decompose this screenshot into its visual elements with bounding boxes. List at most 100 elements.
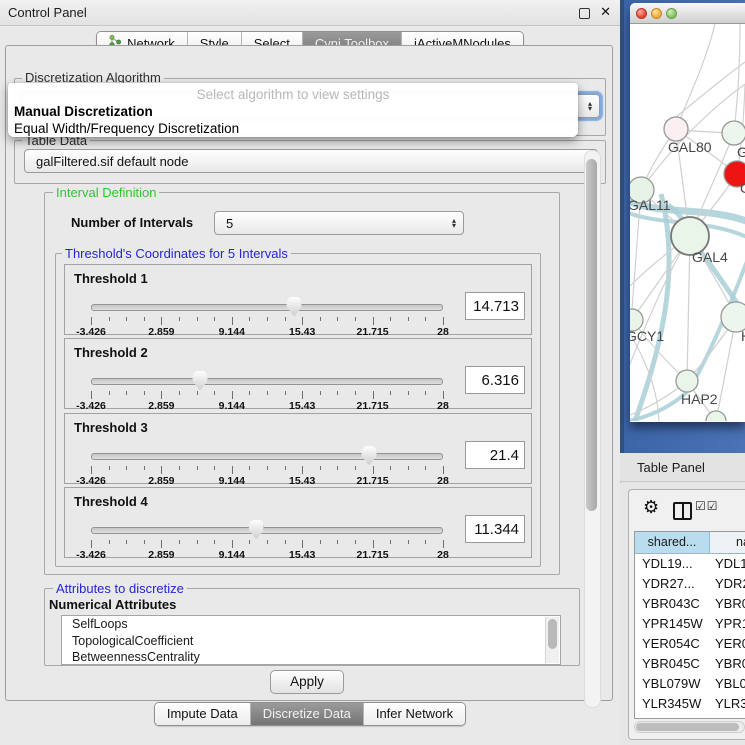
column-header-shared-name[interactable]: shared...	[635, 532, 710, 553]
table-row[interactable]: YBL079WYBL0	[635, 674, 745, 694]
list-vertical-scrollbar[interactable]	[545, 617, 559, 663]
slider-tick	[161, 391, 162, 399]
scrollbar-thumb[interactable]	[548, 619, 557, 649]
scrollbar-thumb[interactable]	[586, 159, 597, 511]
table-row[interactable]: YBR045CYBR0	[635, 654, 745, 674]
slider-tick	[267, 317, 268, 321]
slider-tick	[109, 391, 110, 395]
apply-button[interactable]: Apply	[270, 670, 344, 694]
slider-track[interactable]	[91, 304, 443, 311]
threshold-1-value-field[interactable]: 14.713	[465, 292, 525, 320]
slider-scale-label: 15.43	[289, 475, 315, 487]
network-node-label: HAP2	[681, 391, 718, 407]
threshold-3-title: Threshold 3	[74, 420, 148, 435]
slider-track[interactable]	[91, 527, 443, 534]
threshold-3-slider[interactable]: -3.4262.8599.14415.4321.71528	[91, 444, 443, 484]
list-item[interactable]: SelfLoops	[62, 616, 560, 633]
slider-scale-labels: -3.4262.8599.14415.4321.71528	[91, 475, 443, 487]
slider-thumb[interactable]	[249, 520, 264, 539]
table-horizontal-scrollbar[interactable]	[634, 721, 745, 733]
slider-tick	[390, 466, 391, 470]
tab-impute-data[interactable]: Impute Data	[155, 703, 250, 725]
table-row[interactable]: YDL19...YDL1	[635, 554, 745, 574]
slider-track[interactable]	[91, 453, 443, 460]
slider-tick	[197, 466, 198, 470]
slider-thumb[interactable]	[362, 446, 377, 465]
table-row[interactable]: YBR043CYBR0	[635, 594, 745, 614]
checkboxes-icon[interactable]: ☑☑	[695, 499, 719, 513]
network-node[interactable]	[664, 117, 688, 141]
panel-vertical-scrollbar[interactable]	[584, 150, 601, 708]
list-item[interactable]: BetweennessCentrality	[62, 649, 560, 665]
slider-track[interactable]	[91, 378, 443, 385]
list-item[interactable]: TopologicalCoefficient	[62, 633, 560, 650]
table-row[interactable]: YIL052CYIL0	[635, 714, 745, 719]
slider-ticks	[91, 540, 443, 549]
slider-scale-labels: -3.4262.8599.14415.4321.71528	[91, 400, 443, 412]
slider-tick	[91, 466, 92, 474]
slider-tick	[355, 540, 356, 544]
slider-thumb[interactable]	[287, 297, 302, 316]
threshold-2-value-field[interactable]: 6.316	[465, 366, 525, 394]
threshold-2-slider[interactable]: -3.4262.8599.14415.4321.71528	[91, 369, 443, 409]
slider-tick	[320, 391, 321, 395]
slider-thumb[interactable]	[193, 371, 208, 390]
table-data-selected-value: galFiltered.sif default node	[36, 154, 188, 169]
cell-name: YBL0	[710, 674, 745, 694]
node-attribute-table[interactable]: shared... name YDL19...YDL1YDR27...YDR2Y…	[634, 531, 745, 719]
numerical-attributes-list[interactable]: SelfLoops TopologicalCoefficient Between…	[61, 615, 561, 665]
gear-icon[interactable]: ⚙	[643, 497, 659, 518]
zoom-traffic-light-icon[interactable]	[666, 8, 677, 19]
number-of-intervals-combobox[interactable]: 5 ▴▾	[214, 211, 464, 235]
threshold-1-slider[interactable]: -3.4262.8599.14415.4321.71528	[91, 295, 443, 335]
slider-tick	[425, 540, 426, 544]
threshold-3-value-field[interactable]: 21.4	[465, 441, 525, 469]
slider-scale-label: -3.426	[76, 475, 106, 487]
scrollbar-thumb[interactable]	[636, 723, 739, 731]
slider-scale-label: 2.859	[148, 326, 174, 338]
slider-tick	[408, 466, 409, 470]
bottom-tab-bar: Impute Data Discretize Data Infer Networ…	[0, 702, 620, 726]
float-window-icon[interactable]	[579, 8, 590, 19]
table-row[interactable]: YDR27...YDR2	[635, 574, 745, 594]
slider-tick	[390, 317, 391, 321]
tab-infer-network-label: Infer Network	[376, 705, 453, 723]
minimize-traffic-light-icon[interactable]	[651, 8, 662, 19]
table-row[interactable]: YLR345WYLR3	[635, 694, 745, 714]
cell-name: YPR1	[710, 614, 745, 634]
network-canvas[interactable]: GAL80GACGAL11GAL4GCY1HHAP2	[630, 24, 745, 421]
close-icon[interactable]: ✕	[600, 4, 611, 20]
dropdown-option-equal-width-frequency[interactable]: Equal Width/Frequency Discretization	[8, 120, 578, 137]
slider-scale-labels: -3.4262.8599.14415.4321.71528	[91, 549, 443, 561]
dropdown-placeholder-option[interactable]: Select algorithm to view settings	[8, 86, 578, 103]
table-row[interactable]: YPR145WYPR1	[635, 614, 745, 634]
table-row[interactable]: YER054CYER0	[635, 634, 745, 654]
slider-tick	[144, 317, 145, 321]
slider-tick	[337, 317, 338, 321]
threshold-4-value-field[interactable]: 11.344	[465, 515, 525, 543]
slider-scale-label: 2.859	[148, 400, 174, 412]
slider-scale-label: 28	[437, 475, 449, 487]
slider-tick	[249, 391, 250, 395]
close-traffic-light-icon[interactable]	[636, 8, 647, 19]
tab-discretize-data[interactable]: Discretize Data	[250, 703, 363, 725]
slider-tick	[232, 317, 233, 325]
table-panel-body: ⚙ ☑☑ shared... name YDL19...YDL1YDR27...…	[620, 483, 745, 745]
network-node[interactable]	[676, 370, 698, 392]
tab-discretize-data-label: Discretize Data	[263, 705, 351, 723]
algorithm-dropdown-popup: Select algorithm to view settings Manual…	[8, 83, 578, 137]
slider-ticks	[91, 317, 443, 326]
slider-tick	[302, 540, 303, 548]
threshold-4-slider[interactable]: -3.4262.8599.14415.4321.71528	[91, 518, 443, 558]
slider-scale-label: 21.715	[357, 549, 389, 561]
slider-tick	[443, 317, 444, 325]
column-header-name[interactable]: name	[710, 532, 745, 553]
table-data-combobox[interactable]: galFiltered.sif default node ▴▾	[24, 149, 598, 173]
slider-tick	[373, 540, 374, 548]
slider-tick	[443, 540, 444, 548]
columns-icon[interactable]	[673, 502, 692, 520]
network-node[interactable]	[722, 121, 745, 145]
tab-infer-network[interactable]: Infer Network	[363, 703, 465, 725]
cell-shared-name: YBL079W	[635, 674, 710, 694]
dropdown-option-manual-discretization[interactable]: Manual Discretization	[8, 103, 578, 120]
